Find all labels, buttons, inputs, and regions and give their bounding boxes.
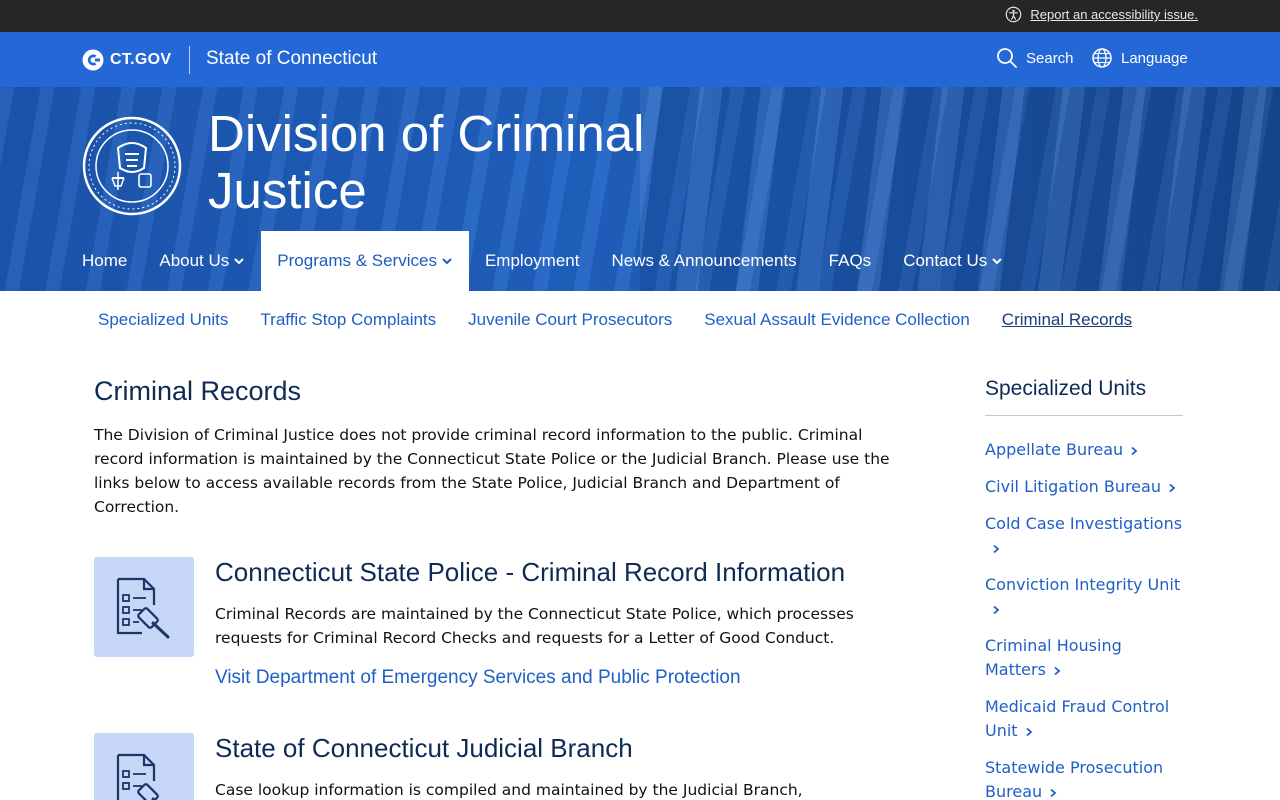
sidebar-link-label: Civil Litigation Bureau	[985, 477, 1161, 496]
nav-item-faqs[interactable]: FAQs	[813, 231, 888, 291]
sidebar-item: Statewide Prosecution Bureau	[985, 756, 1183, 800]
chevron-right-icon	[993, 605, 1000, 614]
chevron-down-icon	[992, 258, 1002, 265]
nav-item-label: FAQs	[828, 251, 872, 270]
accessibility-report[interactable]: Report an accessibility issue.	[1005, 6, 1198, 23]
document-gavel-icon	[116, 577, 170, 639]
sidebar: Specialized Units Appellate Bureau Civil…	[985, 377, 1183, 800]
nav-item-label: Home	[82, 251, 128, 270]
language-label: Language	[1121, 49, 1188, 67]
nav-item-contact-us[interactable]: Contact Us	[887, 231, 1019, 291]
nav-item-about-us[interactable]: About Us	[143, 231, 261, 291]
card-link[interactable]: Visit Department of Emergency Services a…	[215, 667, 741, 689]
page-hero-title: Division of Criminal Justice	[208, 105, 645, 219]
sidebar-list: Appellate Bureau Civil Litigation Bureau…	[985, 438, 1183, 800]
sidebar-link-conviction-integrity[interactable]: Conviction Integrity Unit	[985, 575, 1180, 618]
sidebar-link-statewide-prosecution[interactable]: Statewide Prosecution Bureau	[985, 758, 1163, 800]
nav-item-news[interactable]: News & Announcements	[595, 231, 812, 291]
subnav-traffic-stop-complaints[interactable]: Traffic Stop Complaints	[260, 310, 436, 330]
chevron-right-icon	[1050, 788, 1057, 797]
chevron-right-icon	[993, 544, 1000, 553]
page-title: Criminal Records	[94, 376, 302, 406]
sidebar-link-medicaid-fraud[interactable]: Medicaid Fraud Control Unit	[985, 697, 1169, 740]
nav-item-label: Programs & Services	[277, 251, 437, 270]
search-icon	[997, 48, 1017, 68]
search-label: Search	[1026, 49, 1074, 67]
sidebar-item: Cold Case Investigations	[985, 512, 1183, 560]
chevron-right-icon	[1054, 666, 1061, 675]
main-content: Criminal Records The Division of Crimina…	[94, 376, 904, 519]
utility-bar: Report an accessibility issue.	[0, 0, 1280, 32]
header-divider	[189, 46, 190, 74]
nav-item-programs-services[interactable]: Programs & Services	[261, 231, 469, 291]
main-navigation: Home About Us Programs & Services Employ…	[66, 231, 1019, 291]
card-body: Case lookup information is compiled and …	[215, 781, 803, 799]
subnav-specialized-units[interactable]: Specialized Units	[98, 310, 228, 330]
document-gavel-icon	[116, 753, 159, 800]
card-icon-tile	[94, 557, 194, 657]
chevron-right-icon	[1025, 727, 1032, 736]
ct-logo-icon	[82, 49, 104, 71]
nav-item-label: About Us	[159, 251, 230, 270]
sidebar-title: Specialized Units	[985, 377, 1183, 416]
intro-paragraph: The Division of Criminal Justice does no…	[94, 426, 890, 516]
sidebar-link-criminal-housing[interactable]: Criminal Housing Matters	[985, 636, 1122, 679]
sidebar-link-cold-case[interactable]: Cold Case Investigations	[985, 514, 1182, 557]
card-title: Connecticut State Police - Criminal Reco…	[215, 557, 846, 587]
sidebar-link-appellate-bureau[interactable]: Appellate Bureau	[985, 440, 1139, 459]
nav-item-label: News & Announcements	[611, 251, 797, 270]
state-header: CT.GOV State of Connecticut Search Langu…	[0, 32, 1280, 87]
state-name[interactable]: State of Connecticut	[206, 48, 377, 70]
chevron-right-icon	[1169, 483, 1176, 492]
nav-item-home[interactable]: Home	[66, 231, 143, 291]
sidebar-item: Medicaid Fraud Control Unit	[985, 695, 1183, 743]
subnav-sexual-assault-evidence[interactable]: Sexual Assault Evidence Collection	[704, 310, 970, 330]
subnav-criminal-records[interactable]: Criminal Records	[1002, 310, 1132, 330]
sidebar-item: Appellate Bureau	[985, 438, 1183, 462]
chevron-down-icon	[234, 258, 245, 265]
sidebar-link-label: Medicaid Fraud Control Unit	[985, 697, 1170, 740]
sidebar-item: Civil Litigation Bureau	[985, 475, 1183, 499]
globe-icon	[1092, 48, 1112, 68]
card-body: Criminal Records are maintained by the C…	[215, 605, 854, 647]
accessibility-link[interactable]: Report an accessibility issue.	[1030, 7, 1198, 22]
nav-item-employment[interactable]: Employment	[469, 231, 595, 291]
sidebar-link-label: Statewide Prosecution Bureau	[985, 758, 1164, 800]
nav-item-label: Contact Us	[903, 251, 988, 270]
sidebar-link-label: Cold Case Investigations	[985, 514, 1183, 533]
chevron-right-icon	[1131, 446, 1138, 455]
sub-navigation: Specialized Units Traffic Stop Complaint…	[98, 310, 1132, 330]
sidebar-item: Conviction Integrity Unit	[985, 573, 1183, 621]
subnav-juvenile-court-prosecutors[interactable]: Juvenile Court Prosecutors	[468, 310, 672, 330]
sidebar-link-label: Conviction Integrity Unit	[985, 575, 1181, 594]
card-icon-tile	[94, 733, 194, 800]
nav-item-label: Employment	[484, 251, 580, 270]
language-button[interactable]: Language	[1091, 47, 1188, 69]
sidebar-link-civil-litigation[interactable]: Civil Litigation Bureau	[985, 477, 1177, 496]
accessibility-icon	[1006, 6, 1022, 23]
sidebar-item: Criminal Housing Matters	[985, 634, 1183, 682]
chevron-down-icon	[442, 258, 452, 265]
sidebar-link-label: Appellate Bureau	[985, 440, 1124, 459]
card-title: State of Connecticut Judicial Branch	[215, 733, 633, 763]
ct-gov-logo-text: CT.GOV	[110, 51, 172, 68]
search-button[interactable]: Search	[996, 47, 1074, 69]
agency-seal-icon	[82, 116, 182, 216]
ct-gov-logo[interactable]: CT.GOV	[82, 49, 171, 71]
